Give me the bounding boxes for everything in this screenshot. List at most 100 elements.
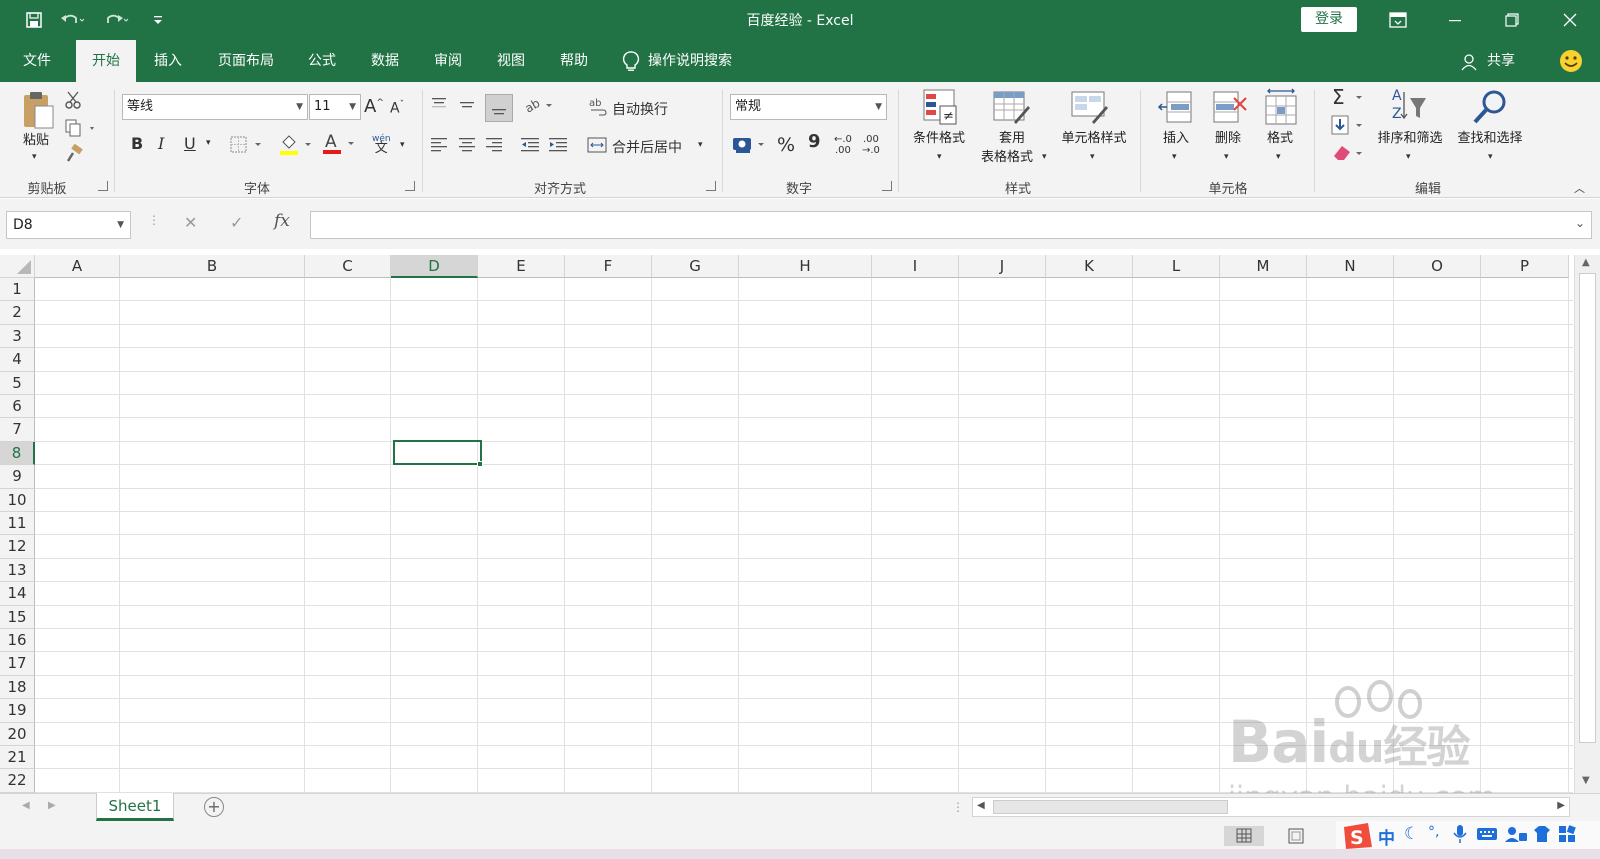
- select-all-corner[interactable]: [0, 255, 35, 278]
- align-center-icon[interactable]: [458, 136, 476, 158]
- row-header-7[interactable]: 7: [0, 418, 35, 442]
- tab-data[interactable]: 数据: [361, 40, 409, 82]
- insert-cells-button[interactable]: 插入: [1155, 130, 1197, 147]
- previous-sheet-icon[interactable]: ◀: [22, 800, 30, 811]
- row-header-16[interactable]: 16: [0, 629, 35, 653]
- number-format-combo[interactable]: 常规 ▼: [730, 94, 887, 120]
- find-select-icon[interactable]: [1470, 88, 1510, 132]
- row-header-12[interactable]: 12: [0, 535, 35, 559]
- row-header-21[interactable]: 21: [0, 746, 35, 770]
- tab-help[interactable]: 帮助: [550, 40, 598, 82]
- cell-styles-icon[interactable]: [1070, 88, 1110, 132]
- format-as-table-label-1[interactable]: 套用: [980, 130, 1044, 147]
- font-launcher[interactable]: [405, 181, 415, 191]
- number-launcher[interactable]: [882, 181, 892, 191]
- page-layout-view-icon[interactable]: [1286, 827, 1306, 849]
- clipboard-launcher[interactable]: [98, 181, 108, 191]
- normal-view-icon[interactable]: [1224, 826, 1264, 846]
- row-header-13[interactable]: 13: [0, 558, 35, 583]
- ime-language-indicator[interactable]: 中: [1378, 824, 1395, 849]
- new-sheet-button[interactable]: +: [204, 797, 224, 817]
- increase-decimal-icon[interactable]: ←.0.00: [834, 134, 852, 156]
- format-painter-icon[interactable]: [64, 143, 84, 168]
- italic-button[interactable]: I: [158, 134, 164, 153]
- scroll-down-icon[interactable]: ▼: [1582, 775, 1590, 786]
- font-name-combo[interactable]: 等线 ▼: [122, 94, 308, 120]
- phonetic-guide-icon[interactable]: wén 文: [372, 134, 391, 155]
- cell-styles-button[interactable]: 单元格样式: [1052, 130, 1136, 147]
- vertical-scroll-thumb[interactable]: [1579, 273, 1596, 743]
- paste-label[interactable]: 粘贴: [14, 132, 58, 149]
- bold-button[interactable]: B: [131, 134, 143, 153]
- vertical-scrollbar[interactable]: ▲ ▼: [1574, 255, 1600, 793]
- worksheet-grid[interactable]: ABCDEFGHIJKLMNOP 1 2 3 4 5 6 7 8 9 10 11 12 13 14 15 16…: [0, 255, 1600, 793]
- grow-font-icon[interactable]: A^: [364, 96, 384, 117]
- restore-icon[interactable]: [1500, 8, 1524, 32]
- login-button[interactable]: 登录: [1301, 7, 1357, 32]
- copy-icon[interactable]: [64, 118, 98, 142]
- column-header-h[interactable]: H: [739, 255, 872, 278]
- tab-formulas[interactable]: 公式: [298, 40, 346, 82]
- sort-filter-button[interactable]: 排序和筛选: [1370, 130, 1450, 147]
- row-header-4[interactable]: 4: [0, 348, 35, 372]
- font-color-icon[interactable]: A: [322, 132, 358, 160]
- horizontal-scroll-thumb[interactable]: [993, 800, 1228, 814]
- tab-view[interactable]: 视图: [487, 40, 535, 82]
- merge-dropdown-icon[interactable]: ▾: [698, 140, 703, 150]
- row-header-2[interactable]: 2: [0, 301, 35, 325]
- ime-skin-icon[interactable]: [1532, 825, 1552, 847]
- column-header-p[interactable]: P: [1481, 255, 1569, 278]
- borders-icon[interactable]: [230, 136, 264, 158]
- paste-dropdown-icon[interactable]: ▾: [32, 152, 37, 162]
- align-bottom-icon[interactable]: [485, 94, 513, 122]
- format-cells-icon[interactable]: [1262, 88, 1300, 132]
- format-as-table-label-2[interactable]: 表格格式: [972, 149, 1042, 166]
- horizontal-scrollbar[interactable]: ◀ ▶: [972, 797, 1570, 817]
- row-header-20[interactable]: 20: [0, 722, 35, 746]
- scroll-left-icon[interactable]: ◀: [977, 800, 985, 811]
- ime-moon-icon[interactable]: ☾: [1404, 824, 1419, 844]
- enter-entry-icon[interactable]: ✓: [230, 213, 243, 232]
- formula-input[interactable]: ⌄: [310, 211, 1592, 239]
- close-icon[interactable]: [1558, 8, 1582, 32]
- percent-style-button[interactable]: %: [777, 134, 795, 156]
- active-cell-D8[interactable]: [393, 440, 482, 465]
- tell-me-search[interactable]: 操作说明搜索: [648, 40, 758, 82]
- delete-cells-button[interactable]: 删除: [1207, 130, 1249, 147]
- row-header-19[interactable]: 19: [0, 699, 35, 723]
- column-header-j[interactable]: J: [959, 255, 1046, 278]
- column-header-m[interactable]: M: [1220, 255, 1307, 278]
- row-header-11[interactable]: 11: [0, 512, 35, 536]
- decrease-decimal-icon[interactable]: .00 →.0: [862, 134, 880, 156]
- shrink-font-icon[interactable]: Aˇ: [390, 100, 404, 117]
- align-top-icon[interactable]: [430, 96, 448, 118]
- merge-center-icon[interactable]: [587, 136, 607, 158]
- font-size-combo[interactable]: 11 ▼: [309, 94, 361, 120]
- column-header-g[interactable]: G: [652, 255, 739, 278]
- collapse-ribbon-icon[interactable]: ︿: [1574, 180, 1585, 196]
- orientation-icon[interactable]: ab: [522, 96, 558, 118]
- increase-indent-icon[interactable]: [548, 136, 568, 158]
- tab-review[interactable]: 审阅: [424, 40, 472, 82]
- phonetic-dropdown-icon[interactable]: ▾: [400, 140, 405, 150]
- row-header-6[interactable]: 6: [0, 395, 35, 419]
- formula-bar-grip-icon[interactable]: ⋮: [148, 213, 160, 227]
- row-header-3[interactable]: 3: [0, 324, 35, 349]
- fill-handle[interactable]: [477, 461, 483, 467]
- cancel-entry-icon[interactable]: ✕: [184, 213, 197, 232]
- row-header-1[interactable]: 1: [0, 278, 35, 302]
- row-header-10[interactable]: 10: [0, 488, 35, 512]
- autosum-icon[interactable]: Σ: [1330, 85, 1366, 112]
- row-header-17[interactable]: 17: [0, 652, 35, 676]
- column-header-e[interactable]: E: [478, 255, 565, 278]
- column-header-c[interactable]: C: [305, 255, 391, 278]
- column-header-o[interactable]: O: [1394, 255, 1481, 278]
- row-header-14[interactable]: 14: [0, 582, 35, 606]
- find-select-button[interactable]: 查找和选择: [1450, 130, 1530, 147]
- row-header-5[interactable]: 5: [0, 371, 35, 395]
- expand-formula-bar-icon[interactable]: ⌄: [1575, 216, 1585, 230]
- scroll-right-icon[interactable]: ▶: [1557, 800, 1565, 811]
- row-header-22[interactable]: 22: [0, 769, 35, 793]
- conditional-formatting-button[interactable]: 条件格式: [904, 130, 974, 147]
- insert-cells-icon[interactable]: [1157, 88, 1195, 132]
